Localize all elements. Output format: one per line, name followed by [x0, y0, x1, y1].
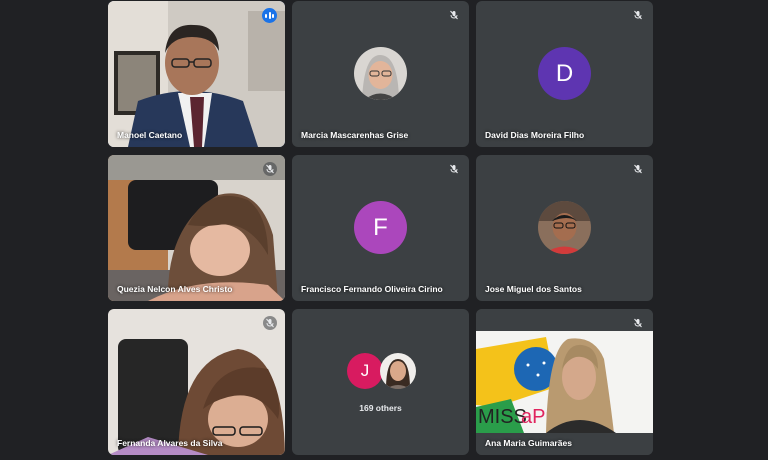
participant-tile-jose-miguel-dos-santos[interactable]: Jose Miguel dos Santos: [476, 155, 653, 301]
mic-off-icon: [263, 162, 277, 176]
participant-name: Jose Miguel dos Santos: [485, 284, 582, 294]
others-avatar-letter: J: [347, 353, 383, 389]
participant-tile-francisco-fernando-oliveira-cirino[interactable]: F Francisco Fernando Oliveira Cirino: [292, 155, 469, 301]
participant-tile-quezia-nelcon-alves-christo[interactable]: Quezia Nelcon Alves Christo: [108, 155, 285, 301]
mic-off-icon: [447, 162, 461, 176]
audio-level-icon: [262, 8, 277, 23]
others-count: 169 others: [359, 403, 402, 413]
participant-tile-ana-maria-guimaraes[interactable]: MISS aPública Ana Maria Guimarães: [476, 309, 653, 455]
participant-name: David Dias Moreira Filho: [485, 130, 585, 140]
participant-name: Manoel Caetano: [117, 130, 183, 140]
mic-off-icon: [631, 8, 645, 22]
participant-tile-marcia-mascarenhas-grise[interactable]: Marcia Mascarenhas Grise: [292, 1, 469, 147]
avatar-letter: D: [555, 59, 574, 87]
mic-off-icon: [631, 316, 645, 330]
participant-name: Fernanda Alvares da Silva: [117, 438, 223, 448]
participant-tile-david-dias-moreira-filho[interactable]: D David Dias Moreira Filho: [476, 1, 653, 147]
participant-name: Francisco Fernando Oliveira Cirino: [301, 284, 443, 294]
participant-video: [108, 309, 285, 455]
mic-off-icon: [447, 8, 461, 22]
participant-tile-manoel-caetano[interactable]: Manoel Caetano: [108, 1, 285, 147]
mic-off-icon: [631, 162, 645, 176]
others-avatar-photo: [380, 353, 416, 389]
participant-avatar: D: [538, 47, 591, 100]
participant-video: MISS aPública: [476, 309, 653, 455]
participant-avatar: [354, 47, 407, 100]
participant-name: Quezia Nelcon Alves Christo: [117, 284, 233, 294]
others-tile[interactable]: J 169 others: [292, 309, 469, 455]
participant-video: [108, 1, 285, 147]
avatar-letter: J: [360, 361, 370, 380]
participant-name: Marcia Mascarenhas Grise: [301, 130, 409, 140]
participant-avatar: [538, 201, 591, 254]
avatar-letter: F: [373, 213, 388, 241]
svg-text:MISS: MISS: [478, 406, 527, 428]
participant-tile-fernanda-alvares-da-silva[interactable]: Fernanda Alvares da Silva: [108, 309, 285, 455]
mic-off-icon: [263, 316, 277, 330]
participant-avatar: F: [354, 201, 407, 254]
participant-name: Ana Maria Guimarães: [485, 438, 572, 448]
participant-video: [108, 155, 285, 301]
